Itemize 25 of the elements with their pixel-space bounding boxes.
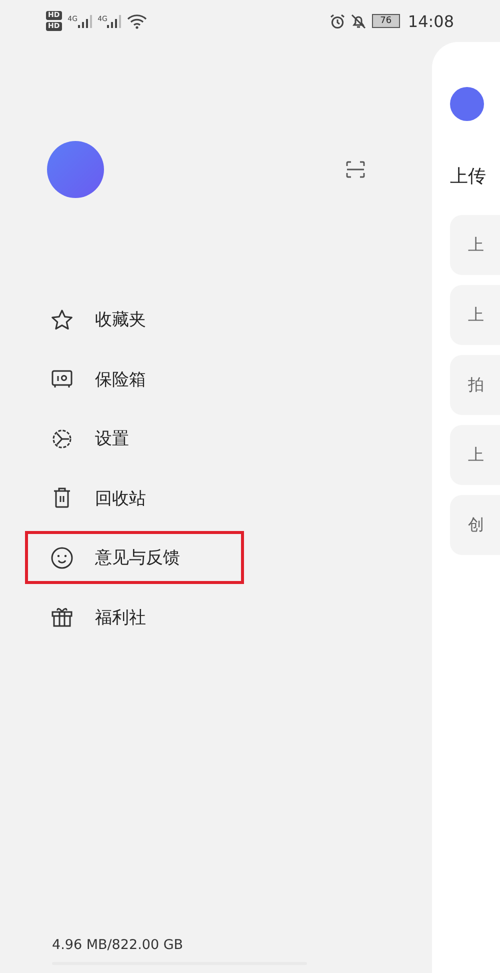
storage-usage: 4.96 MB/822.00 GB [52,937,184,953]
action-card[interactable]: 创 [450,495,500,555]
avatar[interactable] [450,87,484,121]
wifi-icon [127,14,148,28]
menu-item[interactable]: 回收站 [25,472,244,524]
star-icon [50,308,74,332]
signal-icon [107,14,122,28]
gift-icon [50,605,74,629]
signal-icon [78,14,92,28]
action-card[interactable]: 上 [450,215,500,275]
menu-item[interactable]: 设置 [25,412,244,465]
panel-title: 上传 [450,165,486,188]
action-card[interactable]: 拍 [450,355,500,415]
scan-icon[interactable] [346,161,365,178]
menu-item[interactable]: 福利社 [25,590,244,644]
smiley-icon [50,546,74,570]
menu-item[interactable]: 收藏夹 [25,293,244,346]
action-card[interactable]: 上 [450,425,500,485]
clock-time: 14:08 [408,12,454,30]
battery-icon: 76 [372,14,400,28]
alarm-icon [330,14,345,28]
mute-bell-icon [350,14,366,28]
menu-item[interactable]: 保险箱 [25,352,244,406]
menu-item[interactable]: 意见与反馈 [25,531,244,584]
action-card[interactable]: 上 [450,285,500,345]
